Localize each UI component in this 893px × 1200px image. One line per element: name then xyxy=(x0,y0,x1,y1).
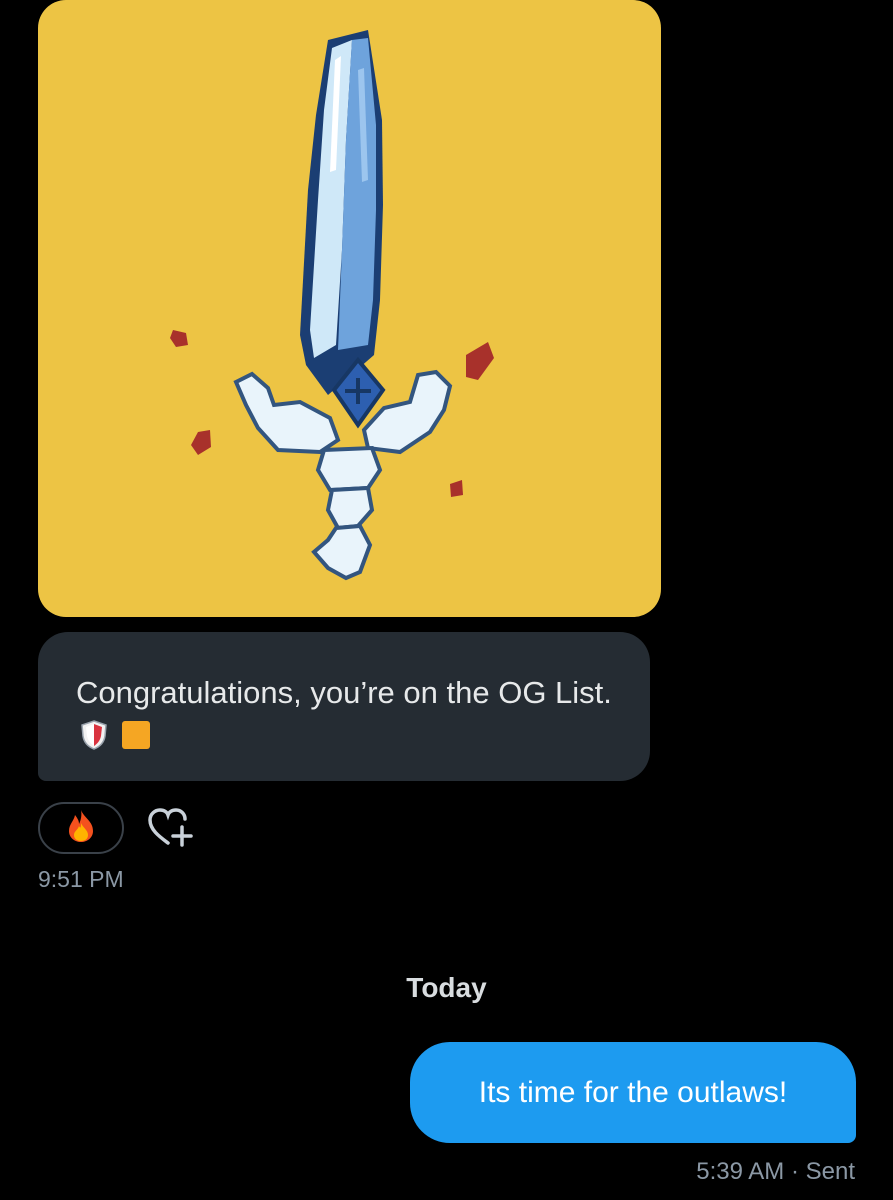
delivery-status: Sent xyxy=(805,1158,855,1185)
sent-message-text: Its time for the outlaws! xyxy=(478,1075,788,1109)
fire-icon xyxy=(66,809,96,848)
sent-message-status: 5:39 AM · Sent xyxy=(696,1158,855,1186)
reaction-pill[interactable] xyxy=(38,802,124,854)
sent-message-bubble[interactable]: Its time for the outlaws! xyxy=(410,1042,856,1143)
received-message-text: Congratulations, you’re on the OG List. xyxy=(76,675,612,710)
received-timestamp: 9:51 PM xyxy=(38,866,124,892)
sent-timestamp: 5:39 AM xyxy=(696,1158,785,1185)
orange-square-icon xyxy=(121,717,151,762)
shield-icon xyxy=(80,717,108,762)
received-message-bubble[interactable]: Congratulations, you’re on the OG List. xyxy=(38,632,650,781)
sword-image xyxy=(170,30,494,581)
heart-plus-icon xyxy=(148,808,193,847)
media-attachment[interactable] xyxy=(38,0,661,617)
date-divider: Today xyxy=(406,972,487,1003)
add-reaction-button[interactable] xyxy=(146,805,196,851)
meta-separator: · xyxy=(790,1158,799,1185)
